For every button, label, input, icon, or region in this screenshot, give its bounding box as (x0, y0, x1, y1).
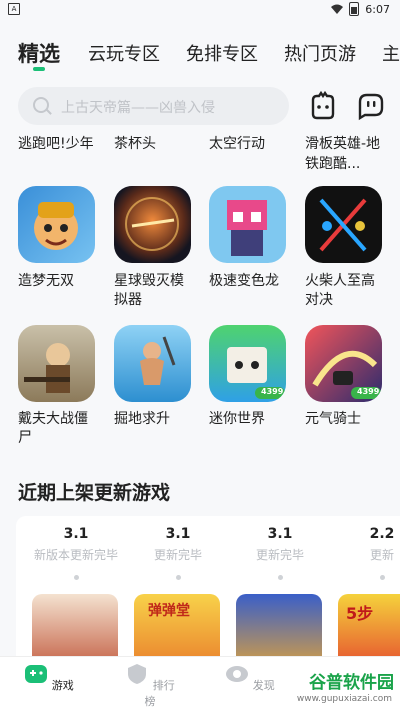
message-icon[interactable] (355, 90, 387, 122)
timeline-date: 3.1 (63, 526, 89, 542)
tab-more[interactable]: 主 (382, 40, 400, 66)
active-tab-indicator (33, 67, 45, 71)
nav-label: 排行榜 (144, 679, 175, 708)
search-bar[interactable]: 上古天帝篇——凶兽入侵 (18, 87, 289, 125)
timeline-label: 更新 (369, 548, 394, 562)
timeline-dot (73, 575, 79, 580)
timeline-item[interactable]: 3.1 更新完毕 (128, 526, 228, 580)
gift-bag-icon[interactable] (307, 90, 339, 122)
stickman-duel-icon[interactable] (305, 186, 382, 263)
game-name-partial[interactable]: 滑板英雄-地铁跑酷... (305, 134, 389, 174)
thumb-logo-text: 弹弹堂 (148, 603, 190, 619)
recent-updates-card: 3.1 新版本更新完毕 3.1 更新完毕 3.1 更新完毕 2.2 更新 弹弹堂… (16, 516, 400, 666)
notification-icon: A (8, 3, 20, 15)
tab-cloud-play[interactable]: 云玩专区 (88, 40, 160, 66)
top-tabs: 精选 云玩专区 免排专区 热门页游 主 (0, 36, 400, 80)
timeline-dot (175, 575, 181, 580)
4399-badge: 4399 (357, 387, 380, 396)
game-name[interactable]: 元气骑士 (305, 410, 393, 429)
timeline-item[interactable]: 3.1 新版本更新完毕 (26, 526, 126, 580)
knight-track-icon[interactable]: 4399 (305, 325, 382, 402)
exploding-planet-icon[interactable] (114, 186, 191, 263)
eye-discover-icon (226, 666, 249, 682)
timeline-label: 新版本更新完毕 (33, 548, 118, 562)
nav-discover[interactable]: 发现 (220, 663, 280, 693)
tab-hot-webgames[interactable]: 热门页游 (284, 40, 356, 66)
game-name[interactable]: 极速变色龙 (209, 272, 297, 291)
game-name[interactable]: 掘地求升 (114, 410, 202, 429)
nav-games[interactable]: 游戏 (19, 663, 79, 693)
timeline-item[interactable]: 3.1 更新完毕 (230, 526, 330, 580)
pink-robot-icon[interactable] (209, 186, 286, 263)
shield-rank-icon (128, 664, 147, 684)
thumb-logo-text: 5步 (346, 604, 374, 623)
nav-rankings[interactable]: 排行榜 (120, 663, 180, 709)
warrior-monkey-icon[interactable] (18, 186, 95, 263)
clock: 6:07 (365, 2, 390, 16)
climbing-man-icon[interactable] (114, 325, 191, 402)
game-name[interactable]: 火柴人至高对决 (305, 272, 385, 310)
game-name[interactable]: 戴夫大战僵尸 (18, 410, 98, 448)
mini-world-icon[interactable]: 4399 (209, 325, 286, 402)
battery-icon (349, 2, 360, 16)
tab-featured[interactable]: 精选 (18, 38, 60, 68)
search-placeholder: 上古天帝篇——凶兽入侵 (61, 100, 215, 116)
search-icon (33, 97, 49, 113)
timeline-date: 3.1 (165, 526, 191, 542)
4399-badge: 4399 (261, 387, 284, 396)
timeline-date: 2.2 (369, 526, 395, 542)
watermark-logo: 谷普软件园 (309, 673, 394, 693)
timeline-item[interactable]: 2.2 更新 (332, 526, 400, 580)
game-name[interactable]: 造梦无双 (18, 272, 106, 291)
game-name-partial[interactable]: 茶杯头 (114, 134, 156, 154)
tab-no-queue[interactable]: 免排专区 (186, 40, 258, 66)
game-name[interactable]: 星球毁灭模拟器 (114, 272, 194, 310)
nav-label: 发现 (252, 679, 275, 692)
game-name-partial[interactable]: 逃跑吧!少年 (18, 134, 94, 154)
dave-shotgun-icon[interactable] (18, 325, 95, 402)
timeline-dot (277, 575, 283, 580)
timeline-label: 更新完毕 (153, 548, 202, 562)
timeline-label: 更新完毕 (255, 548, 304, 562)
watermark-url: www.gupuxiazai.com (296, 694, 392, 704)
game-name[interactable]: 迷你世界 (209, 410, 297, 429)
status-bar: A 6:07 (0, 0, 400, 18)
wifi-icon (331, 4, 344, 14)
gamepad-icon (25, 665, 48, 683)
timeline-date: 3.1 (267, 526, 293, 542)
nav-label: 游戏 (51, 679, 74, 692)
status-right: 6:07 (331, 2, 390, 16)
game-name-partial[interactable]: 太空行动 (209, 134, 265, 154)
section-title: 近期上架更新游戏 (18, 482, 171, 504)
timeline-dot (379, 575, 385, 580)
